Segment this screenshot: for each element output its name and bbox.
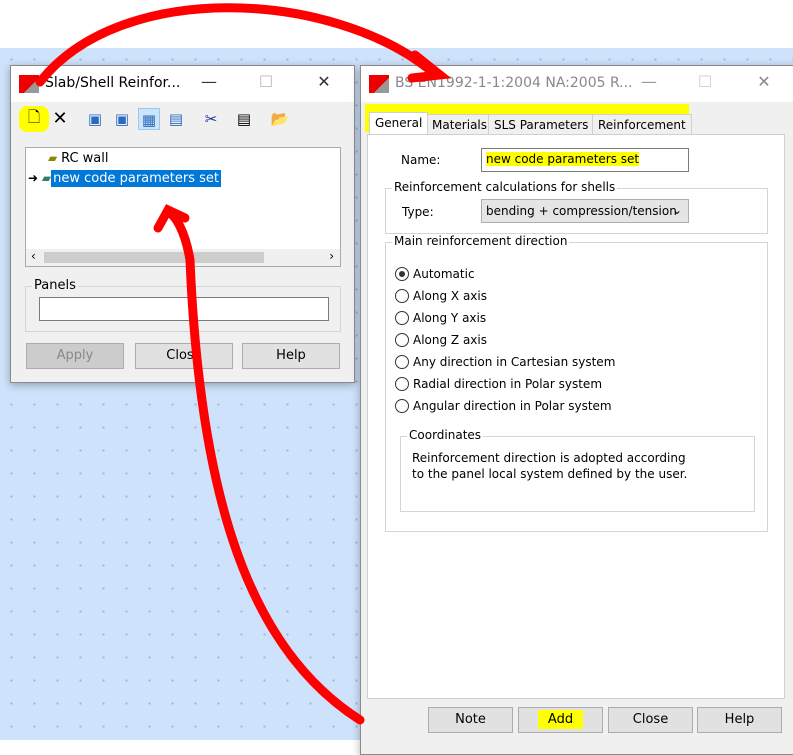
annotation-arrows	[35, 3, 452, 725]
arrow-new-to-dialog	[35, 3, 435, 87]
arrow-add-to-tree	[163, 207, 365, 725]
arrowhead	[407, 50, 452, 83]
tab-general[interactable]: General	[369, 112, 429, 134]
